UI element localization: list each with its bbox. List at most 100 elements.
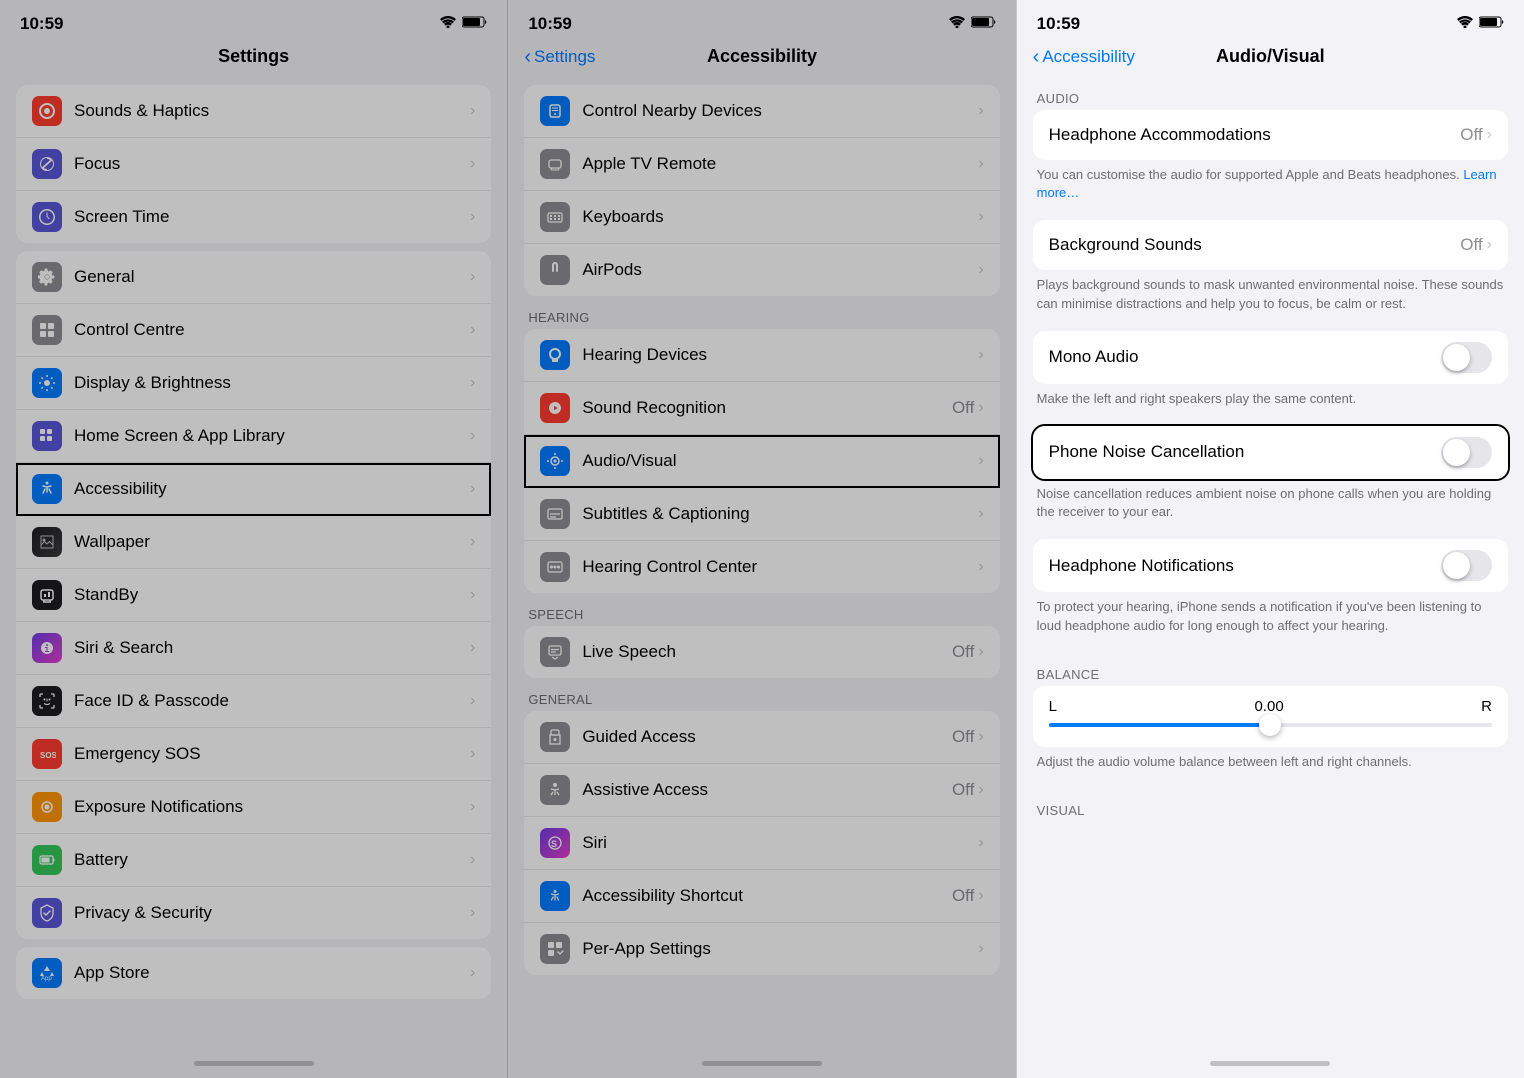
nav-bar-1: Settings — [0, 40, 507, 77]
mono-audio-content: Mono Audio — [1049, 346, 1441, 368]
balance-slider-thumb[interactable] — [1259, 714, 1281, 736]
battery-icon-2 — [971, 15, 996, 33]
appletv-label: Apple TV Remote — [582, 153, 978, 175]
mono-audio-label: Mono Audio — [1049, 346, 1441, 368]
row-keyboards[interactable]: Keyboards › — [524, 191, 999, 244]
row-battery[interactable]: Battery › — [16, 834, 491, 887]
soundrecog-label: Sound Recognition — [582, 397, 952, 419]
row-headphone-notif[interactable]: Headphone Notifications — [1033, 539, 1508, 592]
airpods-right: › — [978, 261, 983, 279]
row-homescreen[interactable]: Home Screen & App Library › — [16, 410, 491, 463]
row-bg-sounds[interactable]: Background Sounds Off › — [1033, 220, 1508, 270]
audiovisual-content: Audio/Visual — [582, 450, 978, 472]
row-siri-a11y[interactable]: S Siri › — [524, 817, 999, 870]
row-controlnearby[interactable]: Control Nearby Devices › — [524, 85, 999, 138]
assistiveaccess-icon — [540, 775, 570, 805]
time-2: 10:59 — [528, 14, 571, 34]
airpods-label: AirPods — [582, 259, 978, 281]
mono-audio-toggle[interactable] — [1441, 342, 1492, 373]
siri-right: › — [470, 639, 475, 657]
row-mono-audio[interactable]: Mono Audio — [1033, 331, 1508, 384]
scroll-content-2[interactable]: Control Nearby Devices › Apple TV Remote… — [508, 77, 1015, 1054]
livespeech-content: Live Speech — [582, 641, 952, 663]
nav-bar-2: ‹ Settings Accessibility — [508, 40, 1015, 77]
row-appstore[interactable]: App App Store › — [16, 947, 491, 999]
bg-sounds-label: Background Sounds — [1049, 234, 1461, 256]
row-standby[interactable]: StandBy › — [16, 569, 491, 622]
headphone-notif-content: Headphone Notifications — [1049, 555, 1441, 577]
screentime-label: Screen Time — [74, 206, 470, 228]
row-a11yshortcut[interactable]: Accessibility Shortcut Off › — [524, 870, 999, 923]
controlnearby-label: Control Nearby Devices — [582, 100, 978, 122]
balance-slider-track[interactable] — [1049, 723, 1492, 727]
siri-content: Siri & Search — [74, 637, 470, 659]
learn-more-link[interactable]: Learn more… — [1037, 167, 1497, 200]
nav-back-audiovisual[interactable]: ‹ Accessibility — [1033, 47, 1135, 67]
nav-back-accessibility[interactable]: ‹ Settings — [524, 47, 595, 67]
siri-a11y-right: › — [978, 834, 983, 852]
list-appstore: App App Store › — [16, 947, 491, 999]
row-accessibility[interactable]: Accessibility › — [16, 463, 491, 516]
headphone-notif-toggle[interactable] — [1441, 550, 1492, 581]
row-general[interactable]: General › — [16, 251, 491, 304]
row-noise-cancel[interactable]: Phone Noise Cancellation — [1033, 426, 1508, 479]
noise-cancel-toggle[interactable] — [1441, 437, 1492, 468]
row-privacy[interactable]: Privacy & Security › — [16, 887, 491, 939]
row-controlcentre[interactable]: Control Centre › — [16, 304, 491, 357]
row-airpods[interactable]: AirPods › — [524, 244, 999, 296]
row-assistiveaccess[interactable]: Assistive Access Off › — [524, 764, 999, 817]
row-wallpaper[interactable]: Wallpaper › — [16, 516, 491, 569]
sounds-label: Sounds & Haptics — [74, 100, 470, 122]
status-bar-2: 10:59 — [508, 0, 1015, 40]
panel-settings: 10:59 Settings Sounds & Haptics — [0, 0, 507, 1078]
hearingdevices-right: › — [978, 346, 983, 364]
battery-icon-1 — [462, 15, 487, 33]
a11yshortcut-label: Accessibility Shortcut — [582, 885, 952, 907]
standby-content: StandBy — [74, 584, 470, 606]
list-headphone-notif: Headphone Notifications — [1033, 539, 1508, 592]
row-hearingcontrol[interactable]: Hearing Control Center › — [524, 541, 999, 593]
controlcentre-icon — [32, 315, 62, 345]
headphone-notif-knob — [1443, 552, 1470, 579]
wifi-icon-2 — [949, 15, 965, 33]
noise-cancel-right — [1441, 437, 1492, 468]
section-balance: BALANCE L 0.00 R Adjust the audio volume… — [1017, 661, 1524, 781]
homescreen-content: Home Screen & App Library — [74, 425, 470, 447]
row-screentime[interactable]: Screen Time › — [16, 191, 491, 243]
bg-sounds-desc: Plays background sounds to mask unwanted… — [1017, 270, 1524, 322]
row-sounds[interactable]: Sounds & Haptics › — [16, 85, 491, 138]
guidedaccess-label: Guided Access — [582, 726, 952, 748]
bg-sounds-right: Off › — [1460, 235, 1492, 255]
airpods-content: AirPods — [582, 259, 978, 281]
general-icon — [32, 262, 62, 292]
row-headphone-accom[interactable]: Headphone Accommodations Off › — [1033, 110, 1508, 160]
row-guidedaccess[interactable]: Guided Access Off › — [524, 711, 999, 764]
row-audiovisual[interactable]: Audio/Visual › — [524, 435, 999, 488]
row-siri[interactable]: Siri & Search › — [16, 622, 491, 675]
row-hearingdevices[interactable]: Hearing Devices › — [524, 329, 999, 382]
keyboards-label: Keyboards — [582, 206, 978, 228]
wifi-icon-1 — [440, 15, 456, 33]
scroll-content-3[interactable]: AUDIO Headphone Accommodations Off › You… — [1017, 77, 1524, 1054]
row-soundrecog[interactable]: Sound Recognition Off › — [524, 382, 999, 435]
privacy-label: Privacy & Security — [74, 902, 470, 924]
row-faceid[interactable]: Face ID & Passcode › — [16, 675, 491, 728]
a11yshortcut-content: Accessibility Shortcut — [582, 885, 952, 907]
row-appletv[interactable]: Apple TV Remote › — [524, 138, 999, 191]
list-mono-audio: Mono Audio — [1033, 331, 1508, 384]
homescreen-icon — [32, 421, 62, 451]
subtitles-content: Subtitles & Captioning — [582, 503, 978, 525]
section-top: Sounds & Haptics › Focus › — [0, 85, 507, 243]
row-sos[interactable]: SOS Emergency SOS › — [16, 728, 491, 781]
scroll-content-1[interactable]: Sounds & Haptics › Focus › — [0, 77, 507, 1054]
headphone-accom-value: Off — [1460, 125, 1482, 145]
row-subtitles[interactable]: Subtitles & Captioning › — [524, 488, 999, 541]
row-focus[interactable]: Focus › — [16, 138, 491, 191]
row-perappsettings[interactable]: Per-App Settings › — [524, 923, 999, 975]
audiovisual-icon — [540, 446, 570, 476]
row-exposure[interactable]: Exposure Notifications › — [16, 781, 491, 834]
row-livespeech[interactable]: Live Speech Off › — [524, 626, 999, 678]
faceid-label: Face ID & Passcode — [74, 690, 470, 712]
row-display[interactable]: Display & Brightness › — [16, 357, 491, 410]
nav-title-3: Audio/Visual — [1216, 46, 1325, 67]
